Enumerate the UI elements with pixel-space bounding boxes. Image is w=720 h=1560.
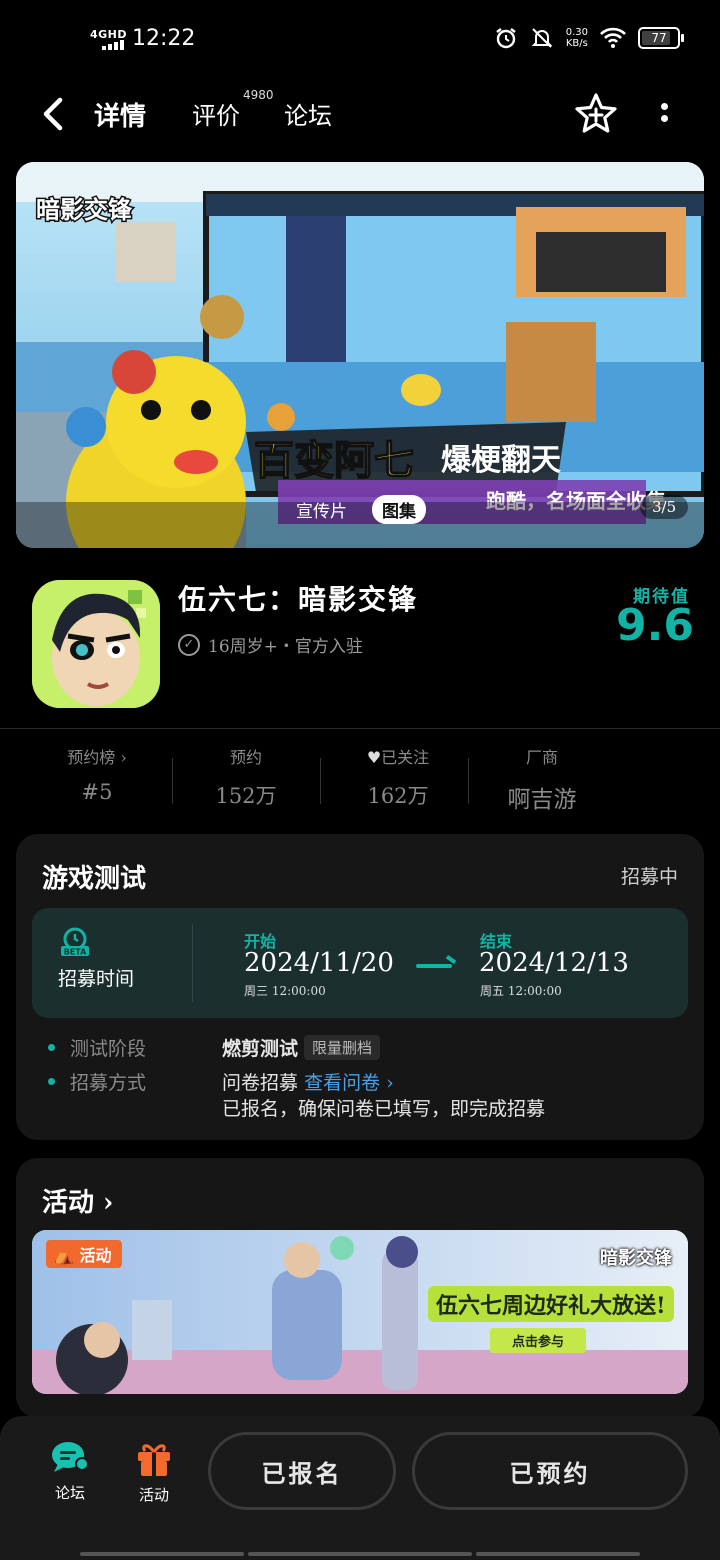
review-count: 4980 — [243, 88, 274, 102]
stage-tag: 限量删档 — [304, 1035, 381, 1060]
bottom-action-bar: 论坛 活动 已报名 已预约 — [0, 1416, 720, 1560]
arrow-right-icon — [416, 964, 452, 968]
carousel-counter: 3/5 — [640, 495, 689, 519]
activity-button[interactable]: 活动 — [124, 1440, 184, 1505]
recruit-time-label: 招募时间 — [58, 968, 135, 990]
forum-button[interactable]: 论坛 — [40, 1440, 100, 1503]
media-carousel[interactable]: 百变阿七 爆梗翻天 跑酷，名场面全收集 暗影交锋 宣传片 图集 3/5 — [16, 162, 704, 548]
stage-name: 燃剪测试 — [222, 1038, 299, 1060]
favorite-star-icon[interactable] — [574, 92, 618, 136]
start-date: 2024/11/20 — [244, 948, 394, 978]
game-title: 伍六七：暗影交锋 — [178, 583, 419, 616]
svg-text:暗影交锋: 暗影交锋 — [36, 195, 133, 224]
game-test-card: 游戏测试 招募中 BETA 招募时间 开始 2024/11/20 周三 12:0… — [16, 834, 704, 1140]
end-date: 2024/12/13 — [479, 948, 629, 978]
svg-text:BETA: BETA — [64, 948, 87, 957]
test-title: 游戏测试 — [42, 864, 147, 894]
battery-icon: 77 — [638, 27, 684, 49]
stat-followers[interactable]: ♥已关注 162万 — [323, 744, 473, 810]
tab-forum[interactable]: 论坛 — [284, 96, 332, 131]
signed-up-button[interactable]: 已报名 — [208, 1432, 396, 1510]
status-icons: 0.30 KB/s 77 — [494, 26, 684, 50]
reserved-button[interactable]: 已预约 — [412, 1432, 688, 1510]
gift-icon — [138, 1444, 170, 1476]
tab-review[interactable]: 评价 — [192, 96, 240, 131]
activity-card: 活动 › ⛺ 活动 暗影交锋 伍六七周边好礼大放送! 点击参与 — [16, 1158, 704, 1418]
activity-badge: ⛺ 活动 — [46, 1240, 122, 1268]
test-status: 招募中 — [620, 866, 678, 888]
tab-video[interactable]: 宣传片 — [296, 497, 347, 522]
gesture-indicator — [80, 1552, 244, 1556]
network-speed: 0.30 KB/s — [565, 27, 588, 49]
forum-chat-icon — [52, 1442, 89, 1472]
svg-text:百变阿七: 百变阿七 — [254, 437, 414, 484]
game-meta: ✓ 16周岁+・官方入驻 — [178, 632, 363, 657]
more-icon[interactable] — [652, 98, 676, 134]
tab-detail[interactable]: 详情 — [88, 96, 153, 133]
wifi-icon — [600, 27, 626, 48]
view-questionnaire-link[interactable]: 查看问卷 › — [304, 1072, 394, 1094]
end-weekday-time: 周五 12:00:00 — [480, 984, 562, 998]
beta-timer-icon: BETA — [61, 927, 89, 957]
start-weekday-time: 周三 12:00:00 — [244, 984, 326, 998]
clock: 12:22 — [132, 26, 196, 51]
signal-icon — [102, 40, 124, 50]
activity-banner-title: 伍六七周边好礼大放送! — [428, 1286, 674, 1322]
divider — [0, 728, 720, 729]
activity-title[interactable]: 活动 › — [42, 1182, 113, 1219]
status-bar: 4GHD 12:22 0.30 KB/s 77 — [0, 0, 720, 78]
heart-check-icon: ♥ — [366, 748, 382, 767]
banner-image: 百变阿七 爆梗翻天 跑酷，名场面全收集 暗影交锋 — [16, 162, 704, 548]
join-now-button[interactable]: 点击参与 — [490, 1328, 587, 1353]
top-nav: 详情 评价 4980 论坛 — [0, 80, 720, 150]
expectation-score: 9.6 — [616, 600, 694, 651]
tab-gallery[interactable]: 图集 — [372, 495, 426, 524]
back-icon[interactable] — [36, 94, 72, 134]
recruit-time-box: BETA 招募时间 开始 2024/11/20 周三 12:00:00 结束 2… — [32, 908, 688, 1018]
verified-check-icon: ✓ — [178, 633, 200, 656]
activity-badge-icon: ⛺ — [54, 1246, 80, 1265]
game-icon[interactable] — [32, 580, 160, 708]
stat-reservations: 预约 152万 — [215, 748, 277, 808]
stat-publisher[interactable]: 厂商 啊吉游 — [467, 744, 617, 814]
mute-icon — [531, 28, 553, 48]
activity-banner[interactable]: ⛺ 活动 暗影交锋 伍六七周边好礼大放送! 点击参与 — [32, 1230, 688, 1394]
stat-ranking[interactable]: 预约榜 › #5 — [22, 744, 172, 804]
activity-banner-logo: 暗影交锋 — [600, 1248, 672, 1269]
svg-text:爆梗翻天: 爆梗翻天 — [441, 443, 561, 478]
alarm-icon — [496, 28, 516, 49]
